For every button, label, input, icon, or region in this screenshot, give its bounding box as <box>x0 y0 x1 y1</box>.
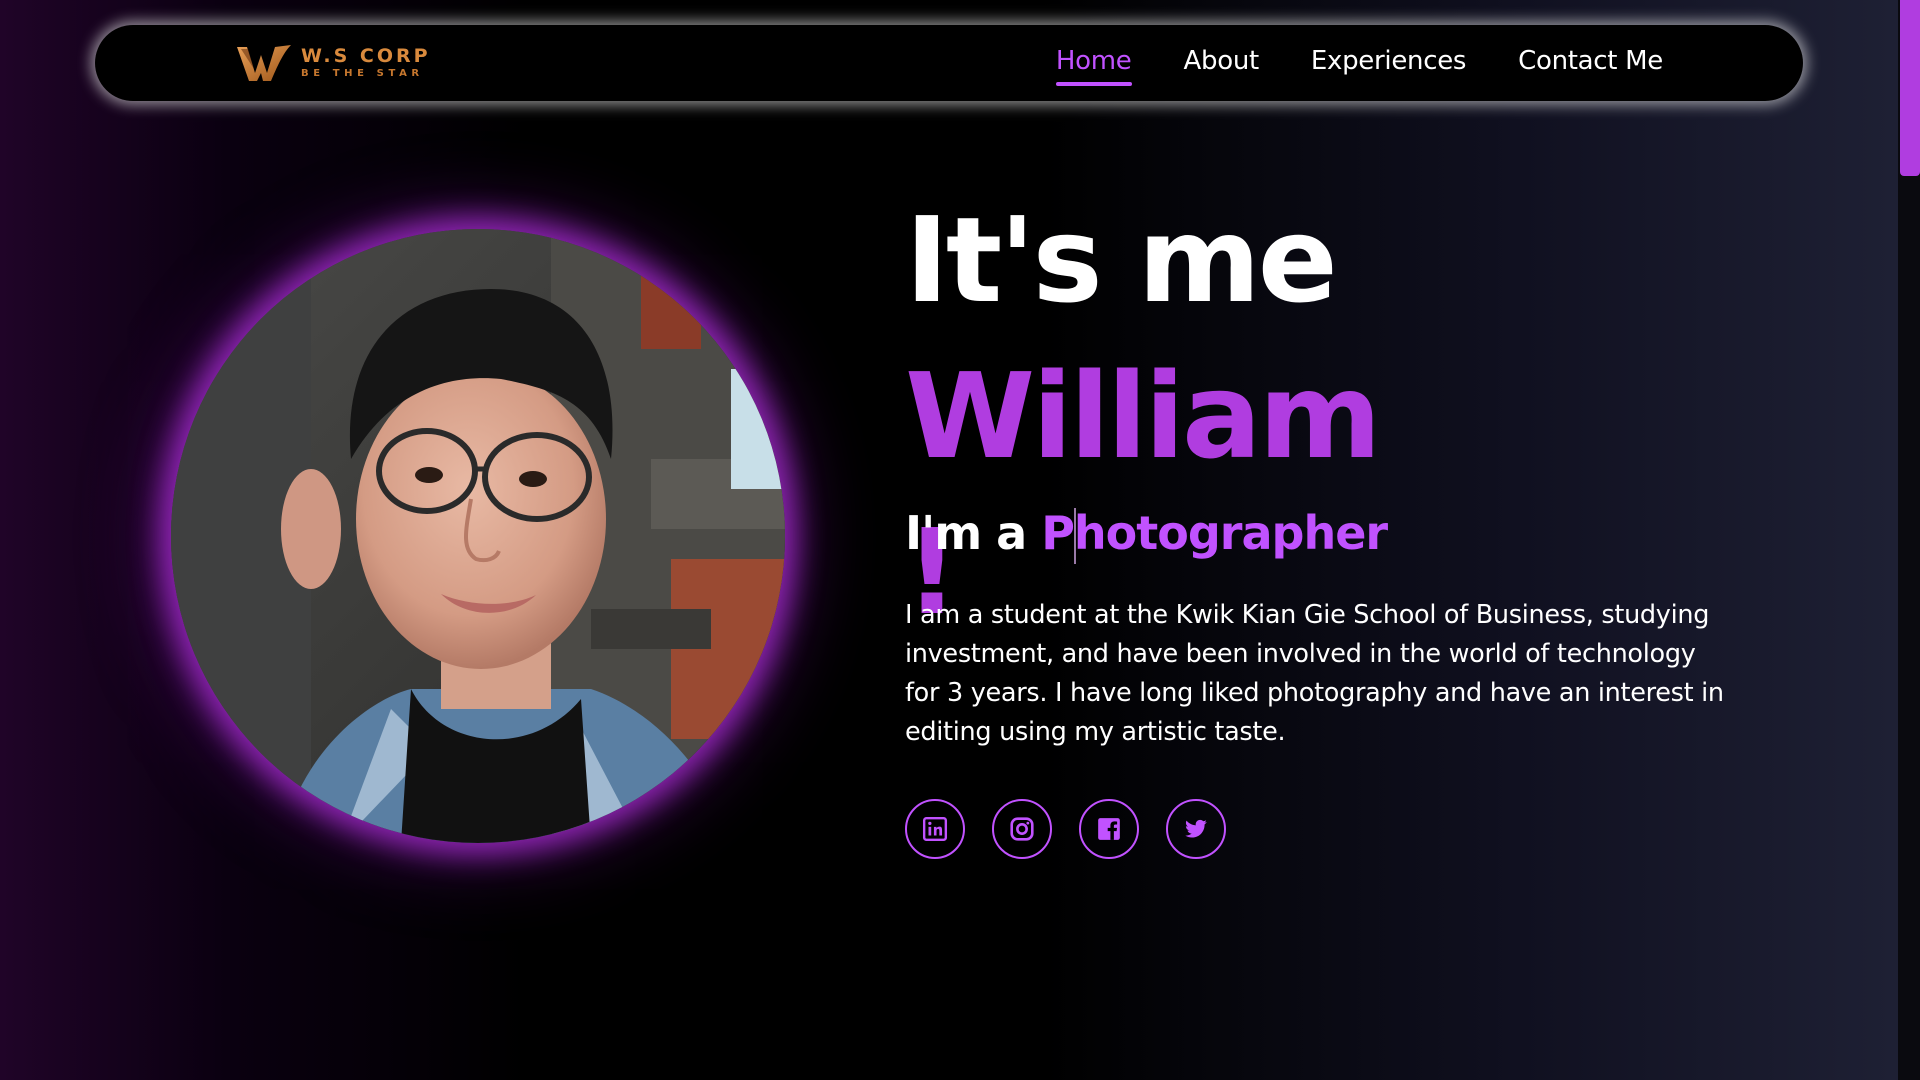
typing-cursor <box>1074 508 1076 564</box>
scrollbar-thumb[interactable] <box>1900 0 1920 176</box>
linkedin-icon <box>922 816 948 842</box>
logo[interactable]: W.S CORP BE THE STAR <box>235 41 431 85</box>
navbar: W.S CORP BE THE STAR Home About Experien… <box>95 25 1803 101</box>
instagram-button[interactable] <box>992 799 1052 859</box>
hero-title-prefix: It's me <box>905 191 1338 329</box>
profile-photo <box>171 229 785 843</box>
nav-link-experiences[interactable]: Experiences <box>1311 46 1467 80</box>
nav-link-home[interactable]: Home <box>1055 46 1132 86</box>
facebook-icon <box>1098 818 1120 840</box>
social-links <box>905 799 1226 859</box>
nav-link-about[interactable]: About <box>1184 46 1260 80</box>
subtitle-role: Photographer <box>1041 506 1388 560</box>
nav-link-contact-me[interactable]: Contact Me <box>1518 46 1663 80</box>
hero-title-name: William <box>905 347 1382 485</box>
logo-tagline: BE THE STAR <box>301 68 424 79</box>
logo-name: W.S CORP <box>301 45 431 67</box>
hero-title: It's me William ! <box>905 182 1805 650</box>
logo-w-icon <box>237 45 291 81</box>
hero-subtitle: I'm a Photographer <box>905 506 1388 564</box>
scrollbar[interactable] <box>1898 0 1920 1080</box>
hero-bio: I am a student at the Kwik Kian Gie Scho… <box>905 600 1724 747</box>
linkedin-button[interactable] <box>905 799 965 859</box>
instagram-icon <box>1010 817 1034 841</box>
subtitle-prefix: I'm a <box>905 506 1027 560</box>
facebook-button[interactable] <box>1079 799 1139 859</box>
twitter-button[interactable] <box>1166 799 1226 859</box>
nav-links: Home About Experiences Contact Me <box>1055 25 1663 101</box>
twitter-icon <box>1185 819 1207 838</box>
